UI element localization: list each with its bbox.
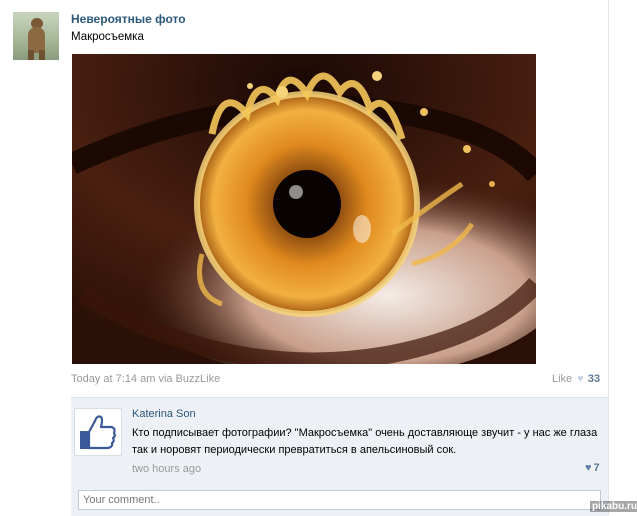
comments-section: Katerina Son Кто подписывает фотографии?…	[71, 397, 608, 516]
heart-icon: ♥	[585, 462, 592, 474]
comment-like-button[interactable]: ♥ 7	[585, 462, 600, 474]
comment-like-count: 7	[593, 462, 600, 474]
post-meta: Today at 7:14 am via BuzzLike	[71, 373, 221, 385]
eye-macro-image	[72, 54, 536, 364]
post-text: Макросъемка	[71, 31, 144, 43]
comment-input[interactable]	[78, 490, 601, 510]
post-like-button[interactable]: Like ♥ 33	[552, 373, 600, 387]
comment-author-link[interactable]: Katerina Son	[132, 408, 196, 420]
heart-icon: ♥	[577, 373, 584, 385]
post-photo[interactable]	[72, 54, 536, 364]
comment-avatar[interactable]	[74, 408, 122, 456]
thumbs-up-icon	[80, 415, 116, 450]
watermark: pikabu.ru	[590, 501, 637, 512]
feed-right-border	[608, 0, 609, 515]
like-count: 33	[587, 373, 601, 385]
comment-text: Кто подписывает фотографии? "Макросъемка…	[132, 427, 598, 456]
post-avatar[interactable]	[13, 12, 59, 60]
post-author-link[interactable]: Невероятные фото	[71, 12, 186, 26]
comment-time[interactable]: two hours ago	[132, 463, 201, 475]
like-label: Like	[552, 373, 573, 385]
